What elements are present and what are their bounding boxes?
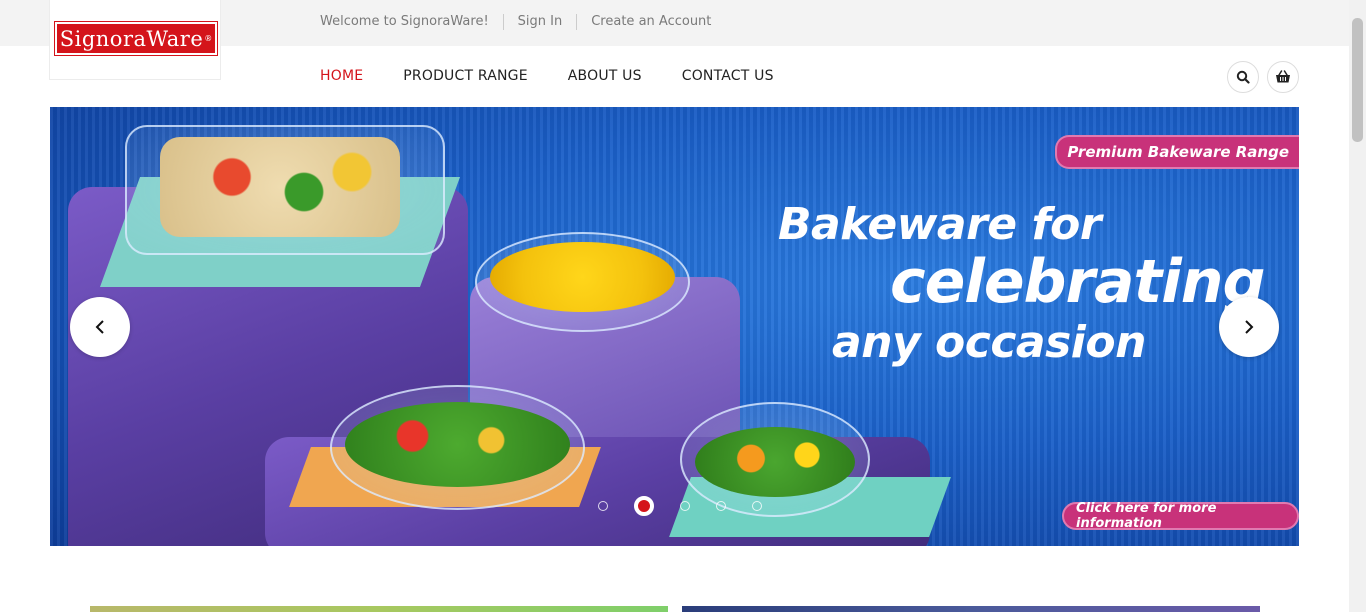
headline-line-1: Bakeware for xyxy=(778,199,1102,250)
category-banner-left[interactable] xyxy=(90,606,668,612)
hero-slider[interactable]: Premium Bakeware Range Bakeware for cele… xyxy=(50,107,1299,546)
more-info-button[interactable]: Click here for more information xyxy=(1062,501,1299,531)
slider-dot-2[interactable] xyxy=(634,496,654,516)
scrollbar-thumb[interactable] xyxy=(1352,18,1363,142)
nav-contact-us[interactable]: CONTACT US xyxy=(682,68,774,84)
category-banner-right[interactable] xyxy=(682,606,1260,612)
slider-next-button[interactable] xyxy=(1219,297,1279,357)
fruit-tart xyxy=(490,242,675,312)
logo-container[interactable]: SignoraWare ® xyxy=(49,0,221,80)
create-account-link[interactable]: Create an Account xyxy=(576,14,725,30)
nav-home[interactable]: HOME xyxy=(320,68,363,84)
vegetable-mix xyxy=(695,427,855,497)
signoraware-logo[interactable]: SignoraWare ® xyxy=(54,21,218,56)
logo-mark: ® xyxy=(204,34,213,43)
nav-about-us[interactable]: ABOUT US xyxy=(568,68,642,84)
nav-product-range[interactable]: PRODUCT RANGE xyxy=(403,68,528,84)
search-button[interactable] xyxy=(1227,61,1259,93)
cart-button[interactable] xyxy=(1267,61,1299,93)
slider-dot-3[interactable] xyxy=(680,501,690,511)
slider-dot-5[interactable] xyxy=(752,501,762,511)
pasta-salad xyxy=(160,137,400,237)
green-salad xyxy=(345,402,570,487)
chevron-right-icon xyxy=(1245,320,1254,334)
slider-dots xyxy=(598,496,788,516)
slider-prev-button[interactable] xyxy=(70,297,130,357)
chevron-left-icon xyxy=(95,320,104,334)
welcome-text: Welcome to SignoraWare! xyxy=(320,14,489,29)
search-icon xyxy=(1236,70,1250,84)
basket-icon xyxy=(1276,70,1290,83)
sign-in-link[interactable]: Sign In xyxy=(502,14,577,30)
headline-line-3: any occasion xyxy=(832,317,1146,368)
slider-dot-4[interactable] xyxy=(716,501,726,511)
premium-range-tag: Premium Bakeware Range xyxy=(1055,135,1299,169)
slider-dot-1[interactable] xyxy=(598,501,608,511)
top-links: Welcome to SignoraWare! Sign In Create a… xyxy=(320,14,725,30)
logo-text: SignoraWare xyxy=(59,26,204,51)
page-scrollbar[interactable] xyxy=(1349,0,1366,612)
headline-line-2: celebrating xyxy=(890,247,1265,317)
main-nav: HOME PRODUCT RANGE ABOUT US CONTACT US xyxy=(320,68,814,84)
